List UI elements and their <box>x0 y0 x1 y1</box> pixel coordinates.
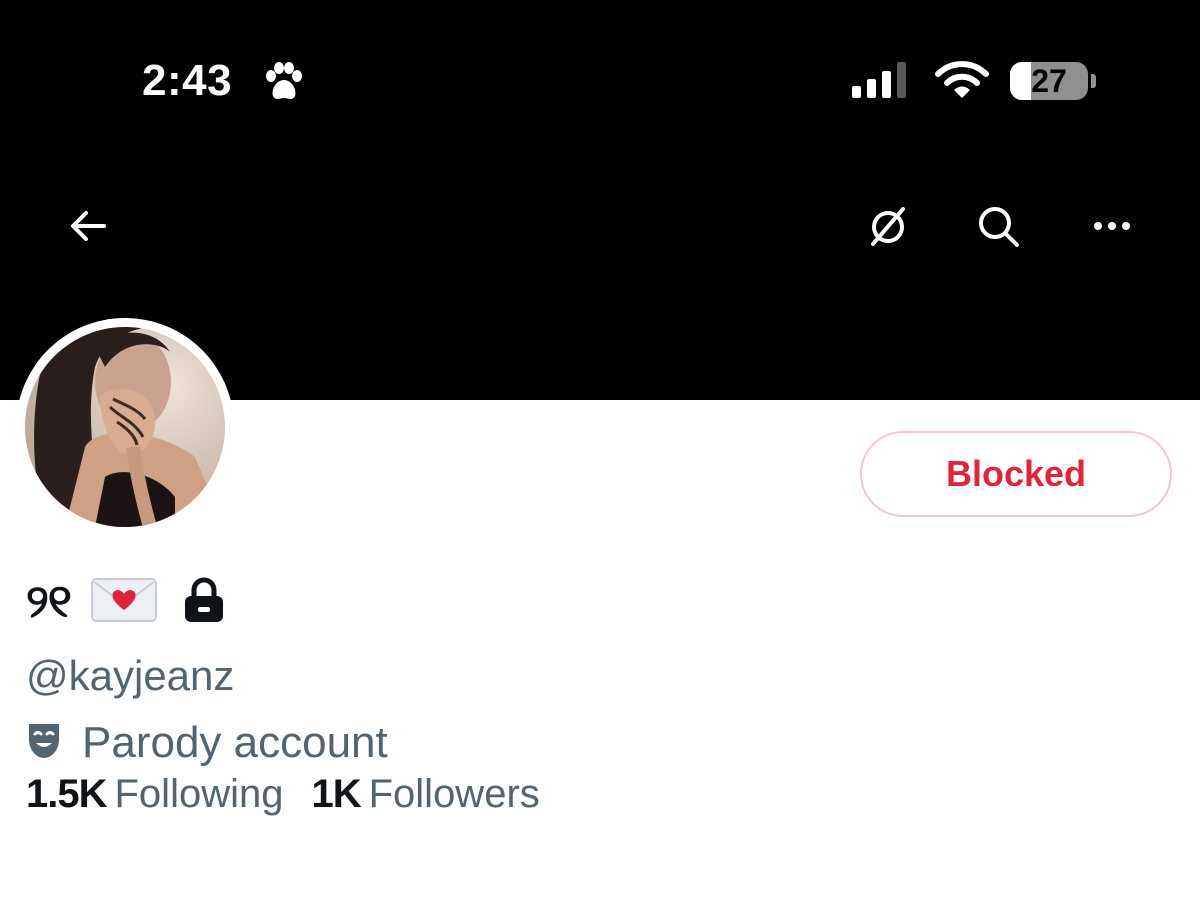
wifi-icon <box>934 58 990 107</box>
display-name-row: ୨୧ <box>26 566 225 638</box>
parody-label: Parody account <box>26 718 388 768</box>
arrow-left-icon <box>66 204 110 253</box>
following-count: 1.5K <box>26 772 107 816</box>
more-options-button[interactable] <box>1084 200 1140 256</box>
profile-handle: @kayjeanz <box>26 652 235 699</box>
back-button[interactable] <box>60 200 116 256</box>
status-time: 2:43 <box>142 56 233 105</box>
love-letter-icon <box>90 577 157 627</box>
grok-button[interactable] <box>860 200 916 256</box>
battery-indicator: 27 <box>1010 62 1088 100</box>
more-horizontal-icon <box>1090 216 1134 241</box>
search-button[interactable] <box>970 200 1026 256</box>
cellular-signal-icon <box>852 60 912 105</box>
lock-icon <box>183 577 225 628</box>
avatar-container[interactable] <box>16 318 234 536</box>
grok-slash-circle-icon <box>863 201 913 256</box>
following-label: Following <box>114 772 284 816</box>
battery-level: 27 <box>1031 63 1067 99</box>
following-link[interactable]: 1.5K Following <box>26 772 283 817</box>
followers-count: 1K <box>311 772 361 816</box>
followers-label: Followers <box>368 772 540 816</box>
followers-link[interactable]: 1K Followers <box>311 772 539 817</box>
blocked-button[interactable]: Blocked <box>860 431 1172 517</box>
follow-stats: 1.5K Following 1K Followers <box>26 772 540 817</box>
paw-icon <box>262 60 306 109</box>
display-name: ୨୧ <box>26 575 72 627</box>
theater-mask-icon <box>26 721 62 766</box>
battery-tip <box>1091 74 1096 88</box>
search-icon <box>973 201 1023 256</box>
parody-label-text: Parody account <box>82 718 388 767</box>
avatar[interactable] <box>25 327 225 527</box>
